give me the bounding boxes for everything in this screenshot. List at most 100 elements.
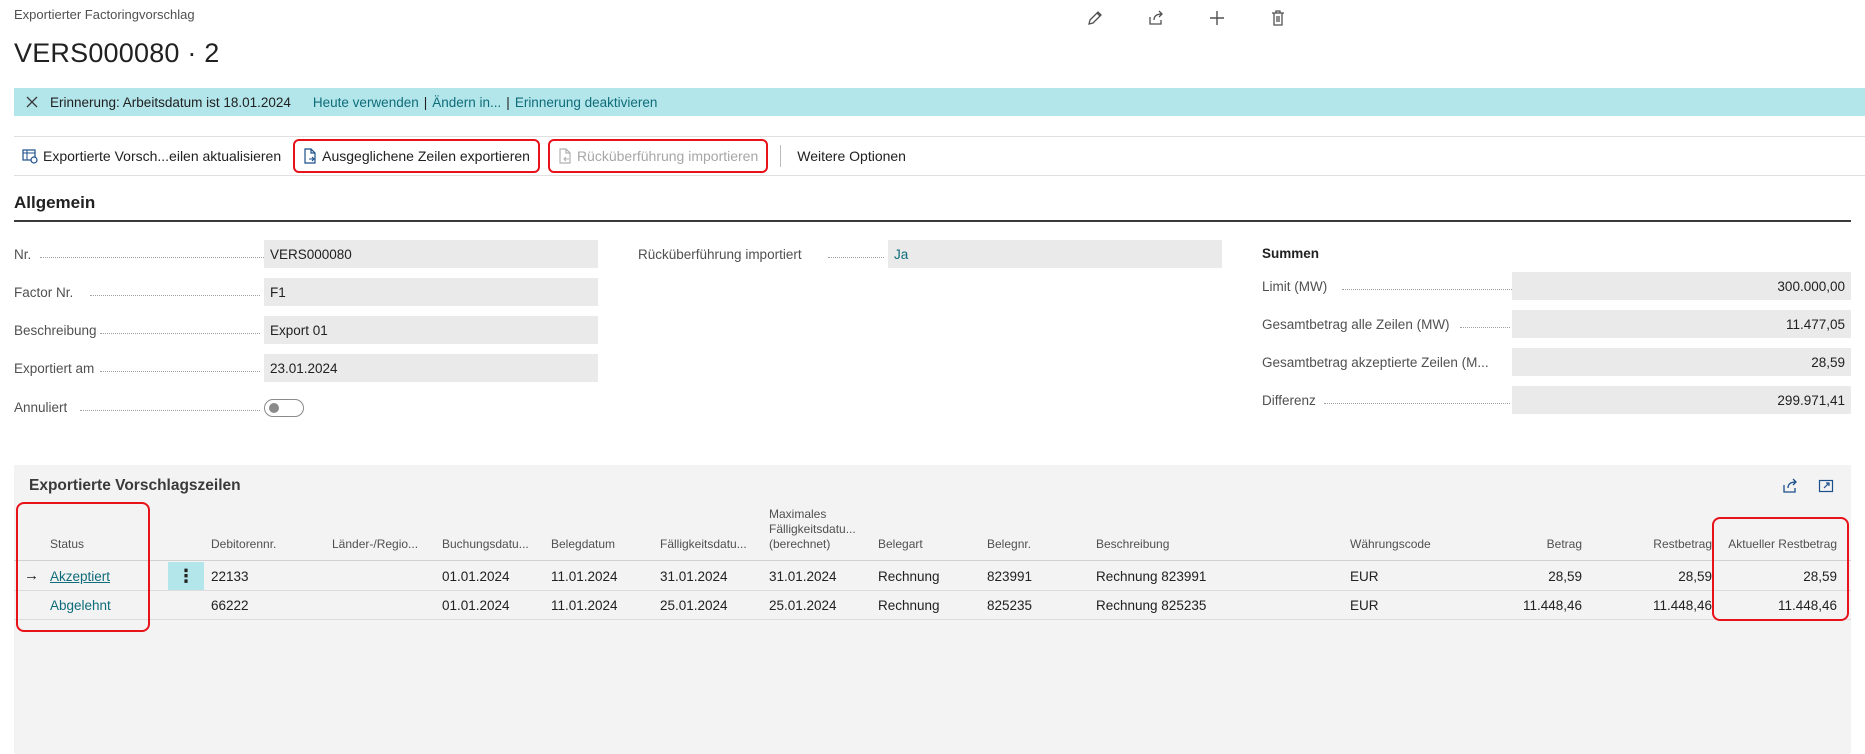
max-due-date-cell: 31.01.2024 (769, 569, 837, 584)
col-current-remaining[interactable]: Aktueller Restbetrag (1724, 537, 1837, 552)
table-refresh-icon (22, 148, 38, 164)
description-cell: Rechnung 823991 (1096, 569, 1207, 584)
field-exported-on: Exportiert am 23.01.2024 (14, 354, 598, 382)
field-label: Gesamtbetrag alle Zeilen (MW) (1262, 316, 1450, 332)
field-nr: Nr. VERS000080 (14, 240, 598, 268)
field-label: Gesamtbetrag akzeptierte Zeilen (M... (1262, 354, 1489, 370)
export-settled-lines-button[interactable]: Ausgeglichene Zeilen exportieren (293, 139, 540, 173)
col-description[interactable]: Beschreibung (1096, 537, 1169, 552)
limit-value[interactable]: 300.000,00 (1512, 272, 1851, 300)
separator: | (423, 94, 428, 110)
debitor-cell: 66222 (211, 598, 249, 613)
posting-date-cell: 01.01.2024 (442, 598, 510, 613)
col-document-no[interactable]: Belegnr. (987, 537, 1031, 552)
change-in-link[interactable]: Ändern in... (432, 95, 501, 110)
col-document-date[interactable]: Belegdatum (551, 537, 615, 552)
amount-cell: 28,59 (1548, 569, 1582, 584)
nr-value[interactable]: VERS000080 (264, 240, 598, 268)
import-return-label: Rücküberführung importieren (576, 148, 759, 164)
disable-reminder-link[interactable]: Erinnerung deaktivieren (515, 95, 658, 110)
plus-icon[interactable] (1202, 4, 1232, 32)
amount-cell: 11.448,46 (1522, 598, 1582, 613)
field-label: Exportiert am (14, 360, 95, 376)
expand-icon[interactable] (1815, 475, 1837, 497)
currency-cell: EUR (1350, 598, 1379, 613)
more-options-button[interactable]: Weitere Optionen (789, 139, 914, 173)
update-lines-label: Exportierte Vorsch...eilen aktualisieren (43, 148, 282, 164)
debitor-cell: 22133 (211, 569, 249, 584)
field-label: Limit (MW) (1262, 278, 1328, 294)
total-all-lines-value[interactable]: 11.477,05 (1512, 310, 1851, 338)
table-row[interactable]: Abgelehnt 66222 01.01.2024 11.01.2024 25… (14, 591, 1851, 620)
update-lines-button[interactable]: Exportierte Vorsch...eilen aktualisieren (14, 139, 289, 173)
description-cell: Rechnung 825235 (1096, 598, 1207, 613)
document-import-icon (558, 148, 572, 164)
sums-title: Summen (1262, 246, 1320, 261)
description-value[interactable]: Export 01 (264, 316, 598, 344)
max-due-date-cell: 25.01.2024 (769, 598, 837, 613)
col-region[interactable]: Länder-/Regio... (332, 537, 418, 552)
import-return-button[interactable]: Rücküberführung importieren (547, 139, 769, 173)
close-icon[interactable] (14, 88, 50, 116)
action-bar: Exportierte Vorsch...eilen aktualisieren… (14, 136, 1865, 176)
header-actions (1080, 4, 1293, 32)
exported-on-value[interactable]: 23.01.2024 (264, 354, 598, 382)
document-type-cell: Rechnung (878, 598, 940, 613)
status-cell[interactable]: Akzeptiert (50, 569, 110, 584)
arrow-right-icon: → (24, 567, 39, 584)
col-max-due-date[interactable]: Maximales Fälligkeitsdatu... (berechnet) (769, 507, 864, 552)
lines-part-actions (1779, 475, 1837, 497)
trash-icon[interactable] (1263, 4, 1293, 32)
col-currency[interactable]: Währungscode (1350, 537, 1431, 552)
toolbar-divider (780, 145, 782, 167)
col-debitor[interactable]: Debitorennr. (211, 537, 276, 552)
separator: | (506, 94, 510, 110)
field-difference: Differenz 299.971,41 (1262, 386, 1851, 414)
grid-header: Status Debitorennr. Länder-/Regio... Buc… (14, 505, 1851, 561)
col-status[interactable]: Status (50, 537, 84, 552)
document-export-icon (303, 148, 317, 164)
field-label: Rücküberführung importiert (638, 246, 802, 262)
document-no-cell: 825235 (987, 598, 1033, 613)
field-label: Beschreibung (14, 322, 97, 338)
field-total-accepted-lines: Gesamtbetrag akzeptierte Zeilen (M... 28… (1262, 348, 1851, 376)
lines-grid: Status Debitorennr. Länder-/Regio... Buc… (14, 505, 1851, 754)
return-imported-value[interactable]: Ja (888, 240, 1222, 268)
document-no-cell: 823991 (987, 569, 1033, 584)
page-caption: Exportierter Factoringvorschlag (14, 7, 195, 22)
field-label: Differenz (1262, 392, 1316, 408)
lines-part-title: Exportierte Vorschlagszeilen (29, 477, 241, 494)
col-document-type[interactable]: Belegart (878, 537, 923, 552)
field-label: Factor Nr. (14, 284, 74, 300)
difference-value[interactable]: 299.971,41 (1512, 386, 1851, 414)
factor-nr-value[interactable]: F1 (264, 278, 598, 306)
cancelled-toggle[interactable] (264, 399, 304, 417)
edit-icon[interactable] (1080, 4, 1110, 32)
col-amount[interactable]: Betrag (1474, 537, 1582, 552)
total-accepted-lines-value[interactable]: 28,59 (1512, 348, 1851, 376)
status-cell[interactable]: Abgelehnt (50, 598, 111, 613)
table-row[interactable]: → Akzeptiert ⋮ 22133 01.01.2024 11.01.20… (14, 562, 1851, 591)
field-description: Beschreibung Export 01 (14, 316, 598, 344)
col-due-date[interactable]: Fälligkeitsdatu... (660, 537, 747, 552)
page-title: VERS000080 · 2 (14, 38, 220, 68)
col-remaining[interactable]: Restbetrag (1604, 537, 1712, 552)
share-icon[interactable] (1779, 475, 1801, 497)
field-factor-nr: Factor Nr. F1 (14, 278, 598, 306)
document-date-cell: 11.01.2024 (551, 569, 618, 584)
field-label: Nr. (14, 246, 32, 262)
posting-date-cell: 01.01.2024 (442, 569, 510, 584)
due-date-cell: 25.01.2024 (660, 598, 728, 613)
use-today-link[interactable]: Heute verwenden (313, 95, 419, 110)
reminder-message: Erinnerung: Arbeitsdatum ist 18.01.2024 (50, 94, 291, 110)
current-remaining-cell: 11.448,46 (1777, 598, 1837, 613)
col-posting-date[interactable]: Buchungsdatu... (442, 537, 529, 552)
general-section-title: Allgemein (14, 193, 96, 212)
remaining-cell: 11.448,46 (1652, 598, 1712, 613)
section-divider (14, 220, 1851, 222)
document-date-cell: 11.01.2024 (551, 598, 618, 613)
share-icon[interactable] (1141, 4, 1171, 32)
row-menu-icon[interactable]: ⋮ (168, 562, 204, 590)
export-settled-lines-label: Ausgeglichene Zeilen exportieren (322, 148, 530, 164)
remaining-cell: 28,59 (1678, 569, 1712, 584)
